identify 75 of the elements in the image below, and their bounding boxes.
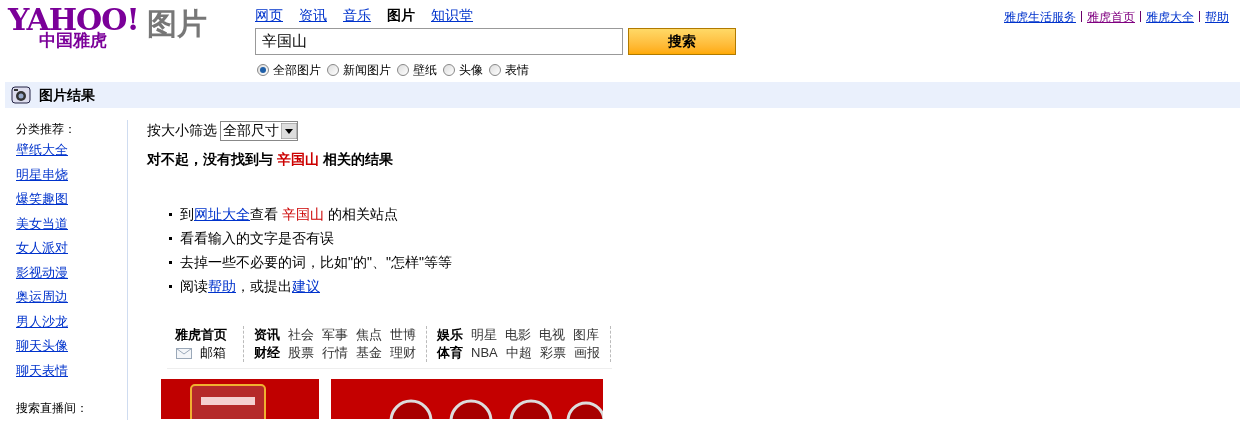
nav-link[interactable]: 理财 bbox=[390, 344, 416, 362]
nav-tab[interactable]: 图片 bbox=[387, 4, 415, 26]
bullet-icon bbox=[169, 212, 172, 216]
nav-link[interactable]: 资讯 bbox=[254, 326, 280, 344]
radio-button[interactable] bbox=[443, 64, 455, 76]
category-link[interactable]: 奥运周边 bbox=[16, 285, 68, 310]
nav-link[interactable]: NBA bbox=[471, 344, 498, 362]
nav-tab[interactable]: 音乐 bbox=[343, 4, 371, 26]
bullet-icon bbox=[169, 284, 172, 288]
camera-icon bbox=[11, 86, 31, 104]
caret-icon bbox=[281, 122, 297, 139]
nav-link[interactable]: 明星 bbox=[471, 326, 497, 344]
radio-button[interactable] bbox=[327, 64, 339, 76]
nav-link[interactable]: 基金 bbox=[356, 344, 382, 362]
link[interactable]: 帮助 bbox=[208, 278, 236, 294]
nav-link[interactable]: 社会 bbox=[288, 326, 314, 344]
nav-link[interactable]: 娱乐 bbox=[437, 326, 463, 344]
category-link[interactable]: 壁纸大全 bbox=[16, 138, 68, 163]
nav-link[interactable]: 中超 bbox=[505, 344, 532, 362]
category-link[interactable]: 聊天头像 bbox=[16, 334, 68, 359]
category-link[interactable]: 男人沙龙 bbox=[16, 309, 68, 334]
nav-link[interactable]: 股票 bbox=[288, 344, 314, 362]
nav-link[interactable]: 焦点 bbox=[356, 326, 382, 344]
bullet-icon bbox=[169, 236, 172, 240]
sidebar-heading: 搜索直播间： bbox=[16, 400, 89, 417]
logo-subtitle: 中国雅虎 bbox=[39, 32, 108, 49]
category-link[interactable]: 影视动漫 bbox=[16, 260, 68, 285]
nav-link[interactable]: 世博 bbox=[390, 326, 416, 344]
hint-text: 去掉一些不必要的词，比如"的"、"怎样"等等 bbox=[180, 253, 452, 272]
nav-link[interactable]: 彩票 bbox=[539, 344, 566, 362]
nav-link[interactable]: 电影 bbox=[505, 326, 531, 344]
radio-button[interactable] bbox=[489, 64, 501, 76]
nav-link[interactable]: 画报 bbox=[573, 344, 600, 362]
radio-label: 全部图片 bbox=[273, 62, 321, 79]
radio-label: 壁纸 bbox=[413, 62, 437, 79]
sidebar-heading: 分类推荐： bbox=[16, 121, 77, 138]
category-link[interactable]: 聊天表情 bbox=[16, 358, 68, 383]
top-link[interactable]: 雅虎首页 bbox=[1087, 8, 1135, 26]
nav-tab[interactable]: 知识堂 bbox=[431, 4, 473, 26]
category-link[interactable]: 明星串烧 bbox=[16, 162, 68, 187]
bullet-icon bbox=[169, 260, 172, 264]
results-title: 图片结果 bbox=[39, 85, 95, 105]
top-link[interactable]: 雅虎大全 bbox=[1146, 8, 1194, 26]
nav-link[interactable]: 财经 bbox=[254, 344, 280, 362]
section-title: 图片 bbox=[146, 9, 207, 39]
top-link[interactable]: 雅虎生活服务 bbox=[1004, 8, 1076, 26]
search-button[interactable]: 搜索 bbox=[628, 28, 736, 55]
filter-label: 按大小筛选 bbox=[147, 121, 217, 140]
no-results-message: 对不起，没有找到与 辛国山 相关的结果 bbox=[147, 150, 394, 169]
envelope-icon bbox=[176, 347, 192, 359]
nav-link[interactable]: 电视 bbox=[539, 326, 565, 344]
hint-text: 到网址大全查看 辛国山 的相关站点 bbox=[180, 205, 398, 224]
nav-link[interactable]: 行情 bbox=[322, 344, 348, 362]
top-link[interactable]: 帮助 bbox=[1205, 8, 1229, 26]
hint-text: 阅读帮助，或提出建议 bbox=[180, 277, 320, 296]
radio-label: 表情 bbox=[505, 62, 529, 79]
link[interactable]: 建议 bbox=[292, 278, 320, 294]
nav-link[interactable]: 邮箱 bbox=[200, 344, 226, 362]
radio-button[interactable] bbox=[257, 64, 269, 76]
category-link[interactable]: 女人派对 bbox=[16, 236, 68, 261]
nav-link[interactable]: 雅虎首页 bbox=[175, 326, 227, 344]
link[interactable]: 网址大全 bbox=[194, 206, 250, 222]
category-link[interactable]: 爆笑趣图 bbox=[16, 187, 68, 212]
nav-tab[interactable]: 资讯 bbox=[299, 4, 327, 26]
hint-text: 看看输入的文字是否有误 bbox=[180, 229, 334, 248]
nav-link[interactable]: 军事 bbox=[322, 326, 348, 344]
radio-label: 新闻图片 bbox=[343, 62, 391, 79]
search-field[interactable]: 辛国山 bbox=[255, 28, 623, 55]
nav-link[interactable]: 图库 bbox=[573, 326, 599, 344]
radio-button[interactable] bbox=[397, 64, 409, 76]
nav-tab[interactable]: 网页 bbox=[255, 4, 283, 26]
size-dropdown[interactable]: 全部尺寸 bbox=[220, 120, 298, 141]
nav-link[interactable]: 体育 bbox=[437, 344, 463, 362]
radio-label: 头像 bbox=[459, 62, 483, 79]
category-link[interactable]: 美女当道 bbox=[16, 211, 68, 236]
